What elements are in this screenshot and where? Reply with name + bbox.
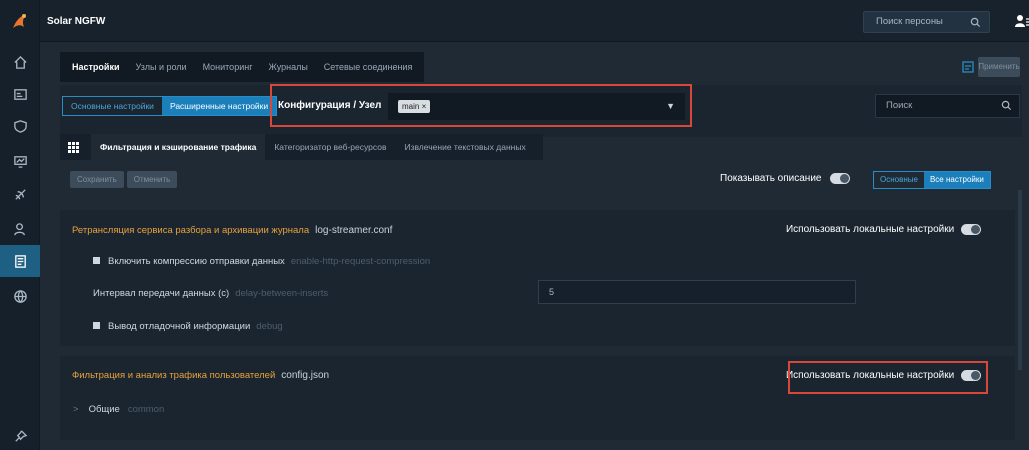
setting-key: debug — [256, 321, 283, 332]
tab-traffic-filtering[interactable]: Фильтрация и кэширование трафика — [91, 134, 266, 160]
app-logo[interactable] — [0, 0, 40, 42]
settings-search-input[interactable]: Поиск — [875, 94, 1020, 118]
chevron-right-icon[interactable]: > — [73, 404, 79, 415]
card-file-name: log-streamer.conf — [315, 225, 393, 236]
apply-button[interactable]: Применить — [978, 57, 1020, 77]
section-common[interactable]: > Общие common — [73, 404, 164, 415]
config-chip-main[interactable]: main × — [398, 100, 431, 113]
app-title: Solar NGFW — [47, 16, 106, 27]
setting-row: Включить компрессию отправки данных enabl… — [93, 256, 430, 267]
tab-journals[interactable]: Журналы — [260, 52, 315, 82]
apply-area: Применить — [962, 56, 1020, 78]
logo-icon — [13, 14, 26, 28]
pin-icon[interactable] — [0, 420, 40, 450]
tab-network-connections[interactable]: Сетевые соединения — [316, 52, 421, 82]
basic-view-button[interactable]: Основные — [874, 172, 924, 188]
config-node-selector: Конфигурация / Узел main × ▼ — [270, 84, 692, 127]
checkbox[interactable] — [93, 322, 100, 329]
tab-monitoring[interactable]: Мониторинг — [195, 52, 261, 82]
basic-settings-button[interactable]: Основные настройки — [63, 97, 162, 115]
show-description-label: Показывать описание — [720, 173, 822, 185]
advanced-settings-button[interactable]: Расширенные настройки — [161, 97, 277, 115]
cancel-button[interactable]: Отменить — [126, 171, 178, 188]
show-description: Показывать описание — [720, 173, 851, 185]
globe-icon[interactable] — [0, 280, 40, 312]
tab-web-categorizer[interactable]: Категоризатор веб-ресурсов — [265, 134, 395, 160]
tab-text-extraction[interactable]: Извлечение текстовых данных — [395, 134, 534, 160]
search-icon — [970, 17, 981, 28]
scrollbar[interactable] — [1018, 190, 1022, 370]
user-settings-icon[interactable] — [0, 213, 40, 245]
tab-settings[interactable]: Настройки — [64, 52, 128, 82]
log-streamer-card: Ретрансляция сервиса разбора и архивации… — [60, 210, 1015, 346]
local-settings-toggle[interactable] — [961, 224, 981, 235]
search-icon — [1001, 100, 1012, 111]
local-settings: Использовать локальные настройки — [786, 224, 981, 235]
setting-label: Интервал передачи данных (с) — [93, 288, 230, 299]
setting-key: delay-between-inserts — [235, 288, 329, 299]
setting-row: Интервал передачи данных (с) delay-betwee… — [93, 288, 328, 299]
action-buttons: Сохранить Отменить — [70, 171, 180, 188]
sub-tabs: Фильтрация и кэширование трафика Категор… — [60, 134, 543, 160]
view-mode-switch: Основные Все настройки — [873, 171, 991, 189]
show-description-toggle[interactable] — [830, 173, 851, 184]
config-node-label: Конфигурация / Узел — [278, 100, 382, 111]
setting-label: Вывод отладочной информации — [108, 321, 251, 332]
sidebar — [0, 0, 40, 450]
local-settings-label: Использовать локальные настройки — [785, 224, 955, 236]
satellite-icon[interactable] — [0, 178, 40, 210]
monitor-chart-icon[interactable] — [0, 145, 40, 177]
person-search-input[interactable]: Поиск персоны — [863, 11, 990, 33]
edit-doc-icon — [962, 61, 974, 73]
grid-icon[interactable] — [68, 141, 79, 153]
checkbox[interactable] — [93, 257, 100, 264]
section-label: Общие — [88, 404, 120, 415]
card-title: Ретрансляция сервиса разбора и архивации… — [72, 225, 392, 236]
card-title-text: Фильтрация и анализ трафика пользователе… — [72, 370, 276, 381]
chevron-down-icon[interactable]: ▼ — [666, 101, 675, 111]
person-search-placeholder: Поиск персоны — [876, 16, 943, 27]
card-title-text: Ретрансляция сервиса разбора и архивации… — [72, 225, 310, 236]
setting-label: Включить компрессию отправки данных — [108, 256, 285, 267]
interval-input[interactable]: 5 — [538, 280, 856, 304]
save-button[interactable]: Сохранить — [70, 171, 124, 188]
card-title: Фильтрация и анализ трафика пользователе… — [72, 370, 329, 381]
settings-list-icon[interactable] — [0, 245, 40, 277]
user-menu-icon[interactable] — [1015, 14, 1029, 28]
id-card-icon[interactable] — [0, 78, 40, 110]
highlight-local-settings — [788, 361, 988, 394]
setting-key: enable-http-request-compression — [290, 256, 431, 267]
shield-icon[interactable] — [0, 110, 40, 142]
tab-nodes-roles[interactable]: Узлы и роли — [127, 52, 194, 82]
all-settings-button[interactable]: Все настройки — [923, 172, 990, 188]
config-node-select[interactable]: main × ▼ — [388, 93, 685, 120]
main-tabs: Настройки Узлы и роли Мониторинг Журналы… — [60, 52, 425, 82]
setting-row: Вывод отладочной информации debug — [93, 321, 283, 332]
home-icon[interactable] — [0, 46, 40, 78]
top-bar: Solar NGFW Поиск персоны — [40, 0, 1029, 42]
settings-search-placeholder: Поиск — [886, 100, 913, 111]
section-key: common — [127, 404, 165, 415]
settings-mode-switch: Основные настройки Расширенные настройки — [62, 96, 278, 116]
card-file-name: config.json — [281, 370, 330, 381]
